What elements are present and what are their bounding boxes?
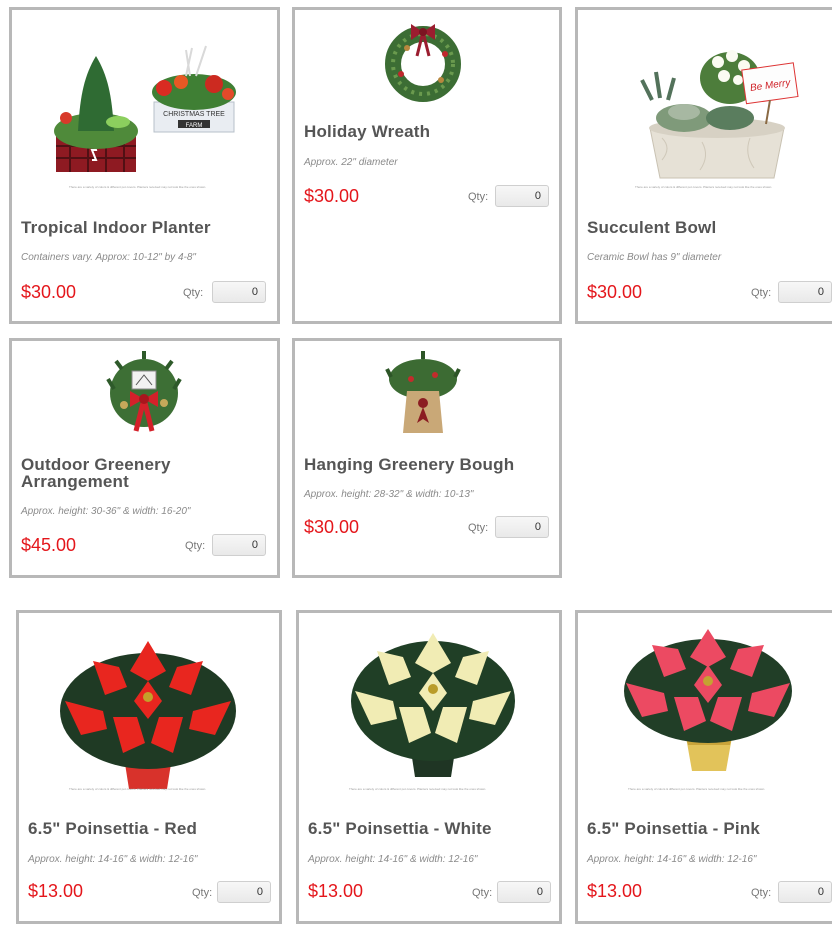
product-description: Approx. 22" diameter (304, 157, 398, 168)
product-price: $45.00 (21, 535, 77, 555)
disclaimer-text: There are a variety of colors & differen… (635, 185, 773, 189)
christmas-tree-sign-text: CHRISTMAS TREE (163, 111, 225, 118)
quantity-input[interactable] (497, 881, 551, 903)
product-price: $13.00 (308, 881, 364, 901)
quantity-input[interactable] (778, 881, 832, 903)
product-image-poinsettia-pink[interactable] (608, 621, 808, 797)
product-price: $30.00 (587, 282, 643, 302)
product-title[interactable]: Hanging Greenery Bough (304, 456, 554, 473)
product-title[interactable]: Holiday Wreath (304, 123, 554, 140)
quantity-input[interactable] (217, 881, 271, 903)
quantity-input[interactable] (495, 516, 549, 538)
product-description: Containers vary. Approx: 10-12" by 4-8" (21, 252, 196, 263)
product-image-tropical-planter[interactable]: CHRISTMAS TREE FARM (46, 36, 246, 196)
product-price: $30.00 (21, 282, 77, 302)
product-description: Approx. height: 30-36" & width: 16-20" (21, 506, 191, 517)
qty-label: Qty: (192, 887, 213, 899)
quantity-input[interactable] (212, 281, 266, 303)
product-price: $30.00 (304, 517, 360, 537)
farm-sign-text: FARM (186, 123, 203, 129)
quantity-input[interactable] (495, 185, 549, 207)
product-description: Approx. height: 28-32" & width: 10-13" (304, 489, 474, 500)
product-price: $30.00 (304, 186, 360, 206)
qty-label: Qty: (185, 540, 206, 552)
product-image-holiday-wreath[interactable] (383, 18, 463, 103)
product-price: $13.00 (28, 881, 84, 901)
disclaimer-text: There are a variety of colors & differen… (69, 185, 207, 189)
product-card-succulent-bowl: Be Merry There are a variety of colors &… (575, 7, 832, 324)
product-price: $13.00 (587, 881, 643, 901)
product-card-poinsettia-white: There are a variety of colors & differen… (296, 610, 562, 924)
product-description: Approx. height: 14-16" & width: 12-16" (308, 854, 478, 865)
product-image-outdoor-greenery[interactable] (104, 349, 184, 435)
quantity-input[interactable] (778, 281, 832, 303)
product-image-hanging-bough[interactable] (385, 349, 461, 435)
qty-label: Qty: (468, 522, 489, 534)
product-card-tropical-indoor-planter: CHRISTMAS TREE FARM There are a variety … (9, 7, 280, 324)
qty-label: Qty: (751, 887, 772, 899)
disclaimer-text: There are a variety of colors & differen… (628, 787, 766, 791)
product-image-poinsettia-red[interactable] (53, 621, 243, 791)
product-title[interactable]: Outdoor Greenery Arrangement (21, 456, 221, 490)
product-description: Approx. height: 14-16" & width: 12-16" (587, 854, 757, 865)
qty-label: Qty: (183, 287, 204, 299)
product-title[interactable]: Tropical Indoor Planter (21, 219, 271, 236)
disclaimer-text: There are a variety of colors & differen… (349, 787, 487, 791)
product-title[interactable]: 6.5" Poinsettia - White (308, 820, 548, 837)
product-card-poinsettia-pink: There are a variety of colors & differen… (575, 610, 832, 924)
product-card-poinsettia-red: There are a variety of colors & differen… (16, 610, 282, 924)
product-title[interactable]: Succulent Bowl (587, 219, 827, 236)
product-description: Approx. height: 14-16" & width: 12-16" (28, 854, 198, 865)
product-description: Ceramic Bowl has 9" diameter (587, 252, 722, 263)
product-card-outdoor-greenery: Outdoor Greenery Arrangement Approx. hei… (9, 338, 280, 578)
disclaimer-text: There are a variety of colors & differen… (69, 787, 207, 791)
product-image-poinsettia-white[interactable] (333, 621, 533, 797)
quantity-input[interactable] (212, 534, 266, 556)
qty-label: Qty: (751, 287, 772, 299)
product-title[interactable]: 6.5" Poinsettia - Pink (587, 820, 827, 837)
product-card-holiday-wreath: Holiday Wreath Approx. 22" diameter $30.… (292, 7, 562, 324)
qty-label: Qty: (472, 887, 493, 899)
product-title[interactable]: 6.5" Poinsettia - Red (28, 820, 268, 837)
product-image-succulent-bowl[interactable]: Be Merry (632, 38, 802, 188)
product-card-hanging-bough: Hanging Greenery Bough Approx. height: 2… (292, 338, 562, 578)
qty-label: Qty: (468, 191, 489, 203)
